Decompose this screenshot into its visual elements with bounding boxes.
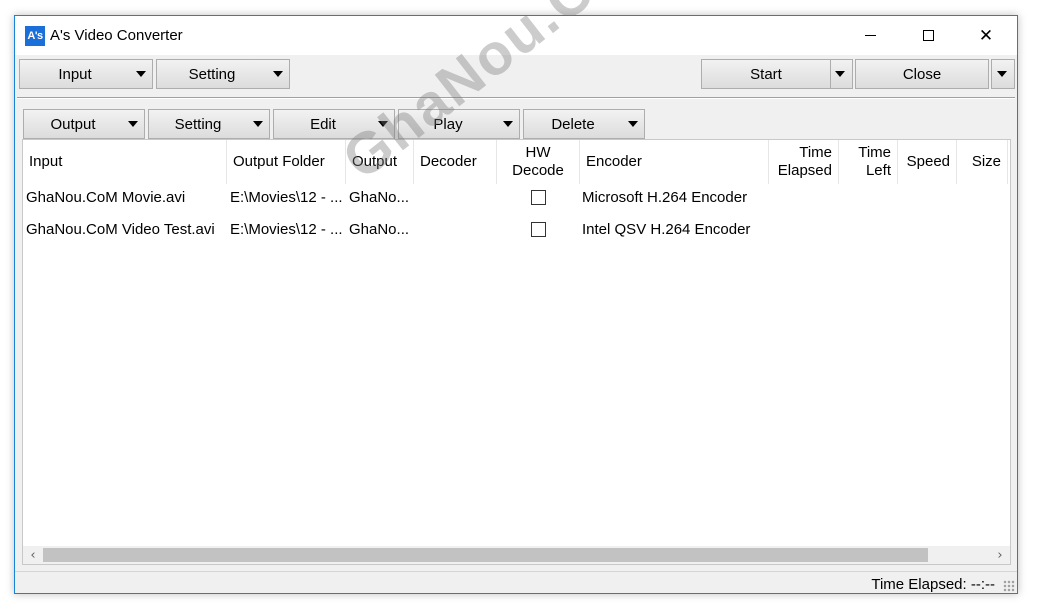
app-logo-icon: A's bbox=[25, 26, 45, 46]
close-dropdown-button[interactable] bbox=[991, 59, 1015, 89]
input-button-label: Input bbox=[58, 65, 92, 83]
resize-grip-icon[interactable] bbox=[1003, 580, 1015, 592]
column-header-hw-decode[interactable]: HW Decode bbox=[497, 140, 580, 184]
output-menu-button[interactable]: Output bbox=[23, 109, 145, 139]
close-button[interactable]: Close bbox=[855, 59, 989, 89]
chevron-down-icon bbox=[997, 71, 1007, 77]
start-button-label: Start bbox=[750, 65, 782, 83]
setting-button-label: Setting bbox=[188, 65, 236, 83]
maximize-icon bbox=[922, 30, 934, 41]
chevron-down-icon bbox=[503, 121, 513, 127]
close-button-label: Close bbox=[902, 65, 942, 83]
window-title: A's Video Converter bbox=[50, 27, 183, 44]
minimize-icon bbox=[864, 35, 876, 36]
setting-menu-button[interactable]: Setting bbox=[156, 59, 290, 89]
output-button-label: Output bbox=[50, 115, 96, 133]
column-header-time-left[interactable]: Time Left bbox=[839, 140, 898, 184]
cell-encoder: Microsoft H.264 Encoder bbox=[582, 189, 748, 206]
delete-button-label: Delete bbox=[551, 115, 595, 133]
toolbar-divider bbox=[17, 97, 1015, 99]
chevron-down-icon bbox=[628, 121, 638, 127]
cell-output: GhaNo... bbox=[349, 221, 410, 238]
scroll-left-icon[interactable]: ‹ bbox=[24, 546, 42, 564]
chevron-down-icon bbox=[253, 121, 263, 127]
close-icon: ✕ bbox=[978, 25, 994, 46]
chevron-down-icon bbox=[273, 71, 283, 77]
delete-menu-button[interactable]: Delete bbox=[523, 109, 645, 139]
setting2-button-label: Setting bbox=[174, 115, 222, 133]
column-header-speed[interactable]: Speed bbox=[898, 140, 957, 184]
chevron-down-icon bbox=[128, 121, 138, 127]
cell-output: GhaNo... bbox=[349, 189, 410, 206]
scroll-right-icon[interactable]: › bbox=[991, 546, 1009, 564]
column-header-output-folder[interactable]: Output Folder bbox=[227, 140, 346, 184]
column-header-time-elapsed[interactable]: Time Elapsed bbox=[769, 140, 839, 184]
cell-encoder: Intel QSV H.264 Encoder bbox=[582, 221, 751, 238]
maximize-button[interactable] bbox=[899, 16, 957, 55]
hw-decode-checkbox[interactable] bbox=[531, 190, 546, 205]
cell-input: GhaNou.CoM Video Test.avi bbox=[26, 221, 215, 238]
cell-output-folder: E:\Movies\12 - ... bbox=[230, 189, 343, 206]
file-list[interactable]: Input Output Folder Output Decoder HW Dec… bbox=[22, 139, 1011, 565]
chevron-down-icon bbox=[136, 71, 146, 77]
close-window-button[interactable]: ✕ bbox=[957, 16, 1015, 55]
scrollbar-thumb[interactable] bbox=[43, 548, 928, 562]
start-button[interactable]: Start bbox=[701, 59, 831, 89]
status-bar: Time Elapsed: --:-- bbox=[15, 571, 1017, 594]
start-dropdown-button[interactable] bbox=[830, 59, 853, 89]
status-time-elapsed: Time Elapsed: --:-- bbox=[871, 576, 995, 593]
column-header-encoder[interactable]: Encoder bbox=[580, 140, 769, 184]
setting2-menu-button[interactable]: Setting bbox=[148, 109, 270, 139]
chevron-down-icon bbox=[835, 71, 845, 77]
cell-input: GhaNou.CoM Movie.avi bbox=[26, 189, 186, 206]
minimize-button[interactable] bbox=[841, 16, 899, 55]
column-header-input[interactable]: Input bbox=[23, 140, 227, 184]
column-header-size[interactable]: Size bbox=[957, 140, 1008, 184]
input-menu-button[interactable]: Input bbox=[19, 59, 153, 89]
cell-output-folder: E:\Movies\12 - ... bbox=[230, 221, 343, 238]
hw-decode-checkbox[interactable] bbox=[531, 222, 546, 237]
app-window: A's A's Video Converter ✕ Input Setting … bbox=[14, 15, 1018, 594]
horizontal-scrollbar[interactable]: ‹ › bbox=[23, 546, 1010, 564]
